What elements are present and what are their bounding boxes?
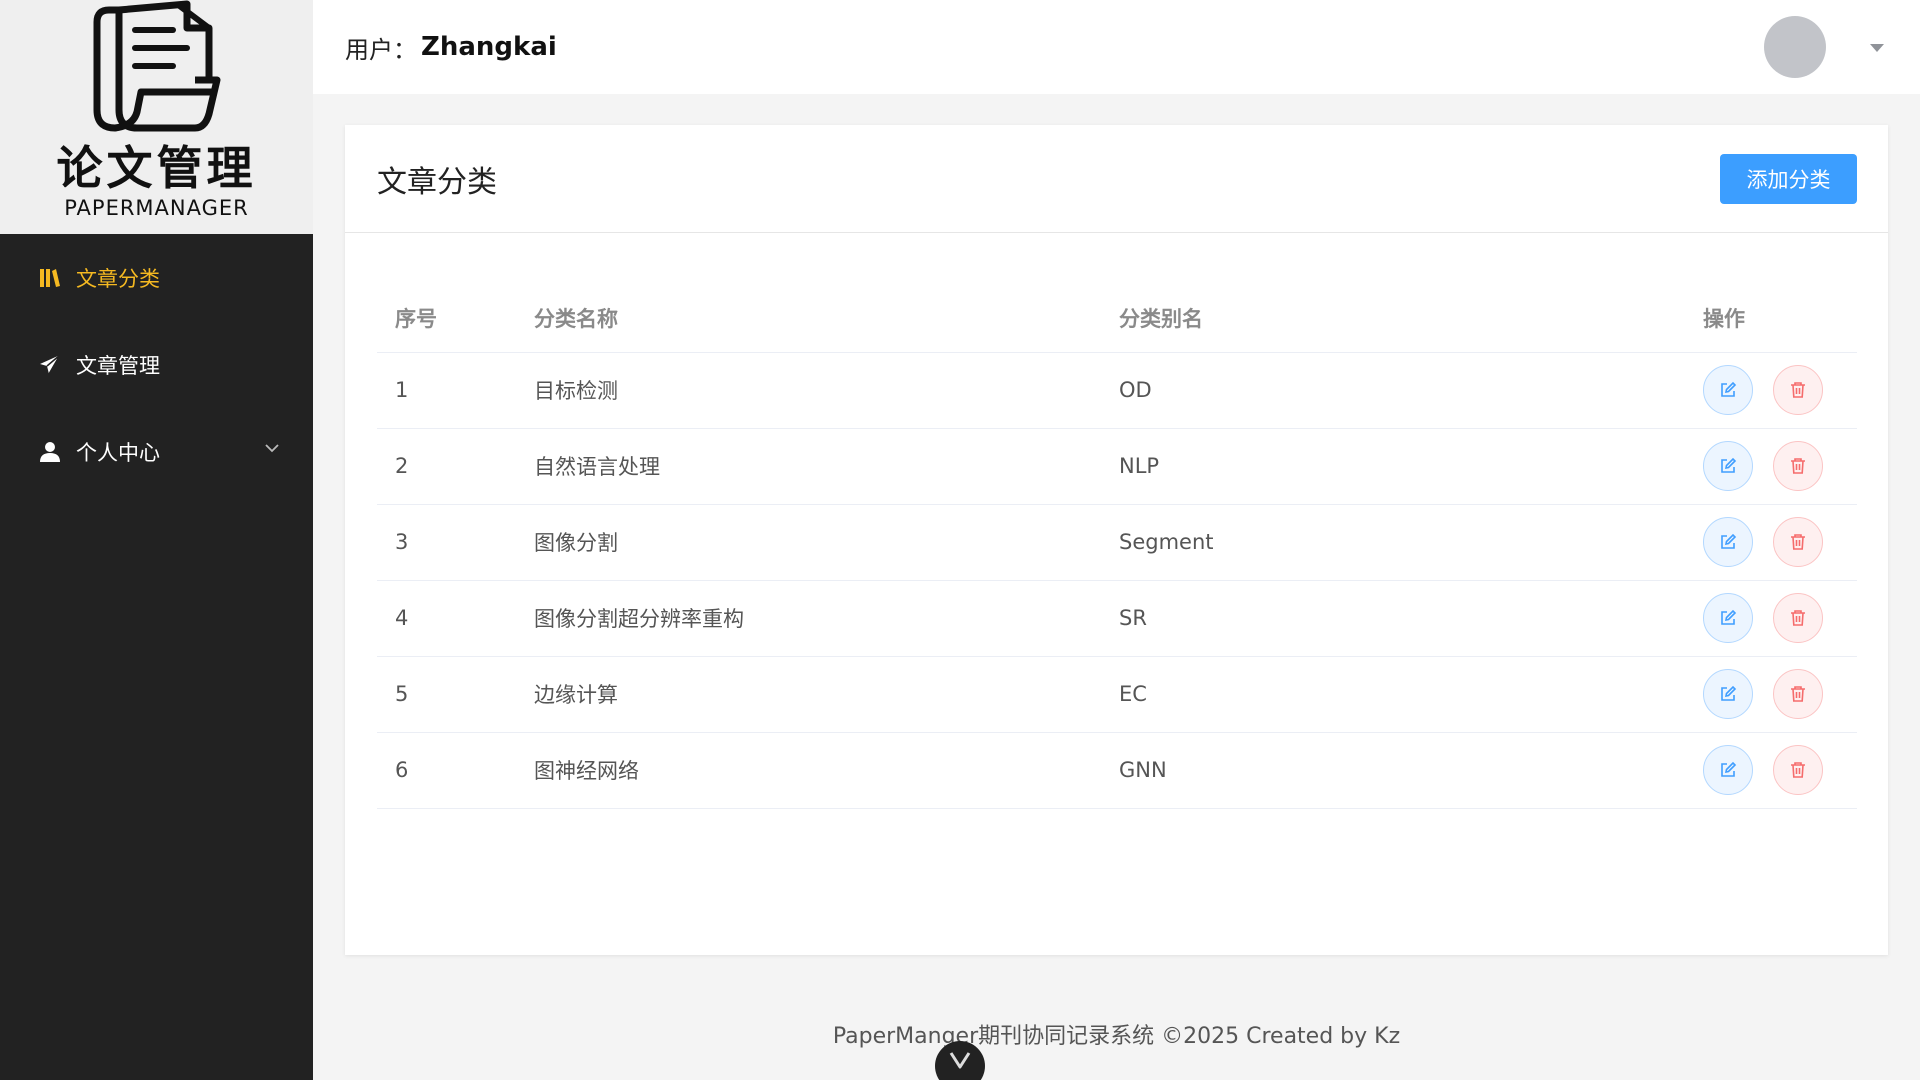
edit-icon: [1721, 533, 1737, 549]
cell-actions: [1703, 580, 1857, 657]
cell-category-name: 自然语言处理: [534, 428, 1119, 505]
sidebar-item-label: 文章分类: [76, 266, 160, 291]
table-row: 4 图像分割超分辨率重构 SR: [377, 580, 1857, 657]
user-name: Zhangkai: [421, 32, 557, 62]
cell-category-name: 图像分割: [534, 504, 1119, 581]
edit-icon: [1721, 457, 1737, 473]
sidebar-item-personal-center[interactable]: 个人中心: [0, 408, 313, 495]
category-table: 序号 分类名称 分类别名 操作 1 目标检测 OD 2 自然语言处理 NLP 3…: [377, 265, 1857, 809]
paper-plane-icon: [38, 353, 62, 377]
card-header: 文章分类 添加分类: [345, 125, 1888, 233]
table-row: 5 边缘计算 EC: [377, 656, 1857, 733]
column-header-name: 分类名称: [534, 265, 1119, 353]
cell-category-alias: SR: [1119, 580, 1703, 657]
cell-category-alias: GNN: [1119, 732, 1703, 809]
sidebar-item-article-category[interactable]: 文章分类: [0, 234, 313, 321]
cell-actions: [1703, 732, 1857, 809]
delete-button[interactable]: [1773, 441, 1823, 491]
footer: PaperManger期刊协同记录系统 ©2025 Created by Kz: [832, 1024, 1401, 1049]
trash-icon: [1791, 458, 1805, 474]
book-icon: [38, 266, 62, 290]
sidebar-item-label: 文章管理: [76, 353, 160, 378]
cell-category-alias: OD: [1119, 352, 1703, 429]
logo: 论文管理 PAPERMANAGER: [0, 0, 313, 234]
cell-category-name: 图像分割超分辨率重构: [534, 580, 1119, 657]
cell-index: 4: [377, 580, 534, 657]
edit-button[interactable]: [1703, 517, 1753, 567]
delete-button[interactable]: [1773, 517, 1823, 567]
sidebar-item-article-management[interactable]: 文章管理: [0, 321, 313, 408]
cell-index: 2: [377, 428, 534, 505]
user-label: 用户：: [345, 35, 417, 64]
cell-category-name: 边缘计算: [534, 656, 1119, 733]
cell-actions: [1703, 504, 1857, 581]
edit-icon: [1721, 761, 1737, 777]
cell-index: 1: [377, 352, 534, 429]
edit-icon: [1721, 609, 1737, 625]
cell-index: 6: [377, 732, 534, 809]
cell-category-alias: NLP: [1119, 428, 1703, 505]
logo-title: 论文管理: [56, 141, 257, 195]
edit-button[interactable]: [1703, 365, 1753, 415]
edit-button[interactable]: [1703, 745, 1753, 795]
trash-icon: [1791, 610, 1805, 626]
column-header-actions: 操作: [1703, 265, 1857, 353]
sidebar-menu: 文章分类 文章管理 个人中心: [0, 234, 313, 495]
document-logo-icon: [93, 0, 220, 132]
edit-button[interactable]: [1703, 669, 1753, 719]
delete-button[interactable]: [1773, 593, 1823, 643]
cell-actions: [1703, 428, 1857, 505]
sidebar-item-label: 个人中心: [76, 440, 160, 465]
delete-button[interactable]: [1773, 745, 1823, 795]
trash-icon: [1791, 762, 1805, 778]
table-row: 2 自然语言处理 NLP: [377, 428, 1857, 505]
edit-button[interactable]: [1703, 441, 1753, 491]
cell-actions: [1703, 352, 1857, 429]
chevron-down-icon: [265, 444, 279, 453]
page-title: 文章分类: [377, 164, 497, 200]
table-row: 6 图神经网络 GNN: [377, 732, 1857, 809]
top-header: 用户： Zhangkai: [313, 0, 1920, 94]
edit-button[interactable]: [1703, 593, 1753, 643]
cell-index: 3: [377, 504, 534, 581]
cell-category-alias: Segment: [1119, 504, 1703, 581]
cell-category-name: 目标检测: [534, 352, 1119, 429]
avatar[interactable]: [1764, 16, 1826, 78]
logo-subtitle: PAPERMANAGER: [64, 196, 249, 220]
cell-index: 5: [377, 656, 534, 733]
cell-category-name: 图神经网络: [534, 732, 1119, 809]
table-row: 3 图像分割 Segment: [377, 504, 1857, 581]
column-header-alias: 分类别名: [1119, 265, 1703, 353]
cell-actions: [1703, 656, 1857, 733]
caret-down-icon[interactable]: [1870, 44, 1884, 52]
delete-button[interactable]: [1773, 669, 1823, 719]
cell-category-alias: EC: [1119, 656, 1703, 733]
user-icon: [38, 440, 62, 464]
edit-icon: [1721, 685, 1737, 701]
sidebar: 论文管理 PAPERMANAGER 文章分类 文章管理 个人中心: [0, 0, 313, 1080]
category-card: 文章分类 添加分类 序号 分类名称 分类别名 操作 1 目标检测 OD 2 自然…: [345, 125, 1888, 955]
delete-button[interactable]: [1773, 365, 1823, 415]
trash-icon: [1791, 534, 1805, 550]
add-category-button[interactable]: 添加分类: [1720, 154, 1857, 204]
edit-icon: [1721, 381, 1737, 397]
table-row: 1 目标检测 OD: [377, 352, 1857, 429]
table-header-row: 序号 分类名称 分类别名 操作: [377, 265, 1857, 353]
trash-icon: [1791, 382, 1805, 398]
column-header-index: 序号: [377, 265, 534, 353]
trash-icon: [1791, 686, 1805, 702]
